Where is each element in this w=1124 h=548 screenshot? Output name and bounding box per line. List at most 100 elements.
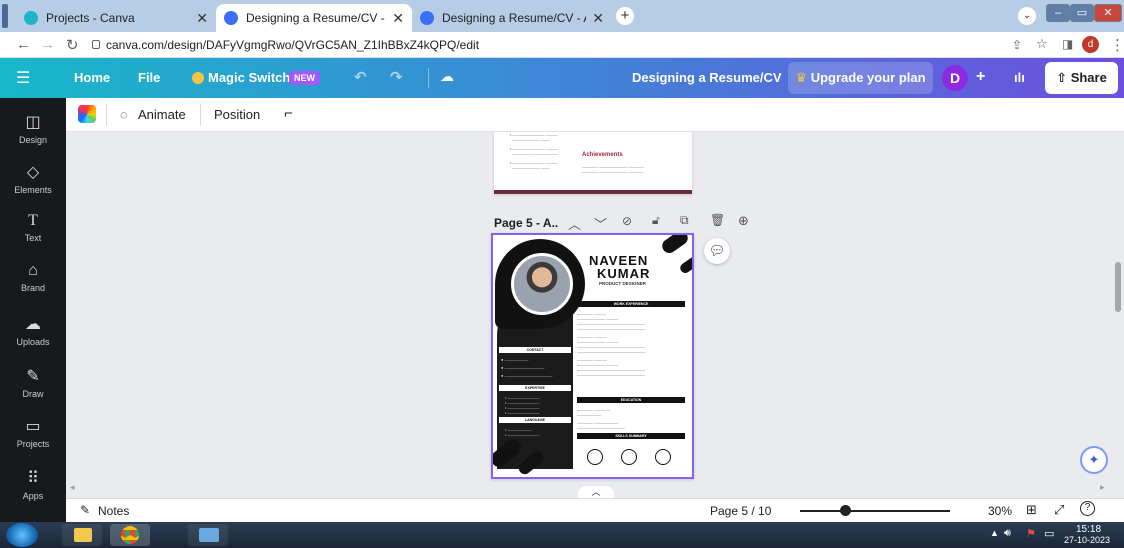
close-tab-icon[interactable]: ✕ bbox=[196, 10, 208, 27]
paint-roller-icon[interactable]: ⌐ bbox=[284, 105, 293, 122]
user-avatar[interactable]: D bbox=[942, 65, 968, 91]
close-window-button[interactable]: ✕ bbox=[1094, 4, 1122, 22]
home-button[interactable]: Home bbox=[74, 70, 110, 85]
browser-tab-projects[interactable]: Projects - Canva ✕ bbox=[16, 4, 216, 32]
windows-start-button[interactable] bbox=[6, 523, 38, 547]
cloud-save-icon[interactable]: ☁ bbox=[440, 68, 454, 85]
page-indicator[interactable]: Page 5 / 10 bbox=[710, 504, 771, 518]
clock-time[interactable]: 15:18 bbox=[1076, 524, 1101, 535]
notes-button[interactable]: Notes bbox=[98, 504, 129, 518]
language-list: • —————— • ———————— bbox=[505, 427, 540, 437]
animate-button[interactable]: Animate bbox=[138, 107, 186, 122]
minimize-button[interactable]: – bbox=[1046, 4, 1070, 22]
upgrade-label: Upgrade your plan bbox=[810, 70, 926, 85]
magic-assistant-button[interactable]: ✦ bbox=[1080, 446, 1108, 474]
collapse-pages-handle[interactable]: ︿ bbox=[578, 486, 614, 498]
brand-icon: ⌂ bbox=[28, 262, 38, 279]
help-icon[interactable]: ? bbox=[1080, 501, 1095, 516]
tab-search-button[interactable]: ⌄ bbox=[1018, 7, 1036, 25]
layout-icon: ◫ bbox=[25, 114, 41, 131]
add-comment-button[interactable]: 💬︎ bbox=[704, 238, 730, 264]
animate-icon: ◌ bbox=[120, 107, 128, 122]
sidebar-item-apps[interactable]: ⠿ Apps bbox=[0, 468, 66, 501]
share-button[interactable]: ⇧ Share bbox=[1045, 62, 1118, 94]
design-title[interactable]: Designing a Resume/CV bbox=[632, 70, 782, 85]
page-label[interactable]: Page 5 - A.. bbox=[494, 216, 558, 230]
browser-tab-resume[interactable]: Designing a Resume/CV - A4 ✕ bbox=[412, 4, 612, 32]
page-5-resume[interactable]: NAVEEN KUMAR PRODUCT DESIGNER WORK EXPER… bbox=[491, 233, 694, 479]
tray-arrow-icon[interactable]: ▲ bbox=[990, 528, 999, 538]
close-tab-icon[interactable]: ✕ bbox=[392, 10, 404, 27]
color-picker-swatch[interactable] bbox=[78, 105, 96, 123]
scroll-left-icon[interactable]: ◂ bbox=[70, 482, 75, 493]
zoom-slider-thumb[interactable] bbox=[840, 505, 851, 516]
forward-arrow-icon[interactable]: → bbox=[40, 36, 55, 53]
close-tab-icon[interactable]: ✕ bbox=[592, 10, 604, 27]
flag-icon[interactable]: ⚑ bbox=[1026, 527, 1036, 540]
hamburger-menu-icon[interactable]: ☰ bbox=[16, 68, 30, 88]
shapes-icon: ◇ bbox=[26, 164, 40, 181]
fullscreen-icon[interactable]: ⤢ bbox=[1054, 502, 1064, 518]
zoom-level[interactable]: 30% bbox=[988, 504, 1012, 518]
hide-page-icon[interactable]: ⊘ bbox=[622, 214, 632, 228]
add-page-icon[interactable]: ⊕ bbox=[738, 213, 749, 229]
chrome-menu-icon[interactable]: ⋮ bbox=[1110, 36, 1124, 54]
language-header: LANGUAGE bbox=[499, 417, 571, 423]
canva-favicon-icon bbox=[420, 11, 434, 25]
contact-header: CONTACT bbox=[499, 347, 571, 353]
sidebar-item-label: Uploads bbox=[16, 337, 50, 347]
magic-switch-button[interactable]: Magic Switch bbox=[208, 70, 290, 85]
browser-tab-resume-active[interactable]: Designing a Resume/CV - A4 ✕ bbox=[216, 4, 412, 32]
back-arrow-icon[interactable]: ← bbox=[16, 36, 31, 53]
redo-icon[interactable]: ↷ bbox=[390, 68, 403, 86]
side-panel-icon[interactable]: ◨ bbox=[1062, 37, 1073, 51]
volume-icon[interactable]: 🔊︎ bbox=[1004, 527, 1011, 540]
maximize-button[interactable]: ▭ bbox=[1070, 4, 1094, 22]
scroll-right-icon[interactable]: ▸ bbox=[1100, 482, 1105, 493]
scrollbar-thumb[interactable] bbox=[1115, 262, 1121, 312]
left-sidebar: ◫ Design ◇ Elements T Text ⌂ Brand ☁ Uploads … bbox=[0, 98, 66, 522]
sidebar-item-elements[interactable]: ◇ Elements bbox=[0, 162, 66, 195]
upgrade-plan-button[interactable]: ♛ Upgrade your plan bbox=[788, 62, 933, 94]
lock-page-icon[interactable]: 🔓︎ bbox=[652, 213, 660, 228]
sidebar-item-draw[interactable]: ✎ Draw bbox=[0, 366, 66, 399]
chevron-up-icon[interactable]: ︿ bbox=[568, 214, 581, 233]
undo-icon[interactable]: ↶ bbox=[354, 68, 367, 86]
zoom-slider-track[interactable] bbox=[800, 510, 950, 512]
chrome-logo-icon bbox=[121, 526, 139, 544]
vertical-scrollbar[interactable] bbox=[1112, 132, 1124, 498]
bookmark-star-icon[interactable]: ☆ bbox=[1036, 36, 1048, 52]
sidebar-item-design[interactable]: ◫ Design bbox=[0, 112, 66, 145]
browser-tab-strip: Projects - Canva ✕ Designing a Resume/CV… bbox=[0, 0, 1124, 32]
sidebar-item-projects[interactable]: ▭ Projects bbox=[0, 416, 66, 449]
grid-view-icon[interactable]: ⊞ bbox=[1026, 502, 1037, 518]
chrome-taskbar-icon[interactable] bbox=[110, 524, 150, 546]
new-tab-button[interactable]: + bbox=[616, 7, 634, 25]
sidebar-item-text[interactable]: T Text bbox=[0, 212, 66, 243]
chevron-down-icon[interactable]: ﹀ bbox=[594, 214, 607, 233]
insights-chart-icon[interactable]: ılı bbox=[1014, 70, 1025, 85]
delete-page-icon[interactable]: 🗑︎ bbox=[710, 213, 725, 227]
sidebar-item-brand[interactable]: ⌂ Brand bbox=[0, 262, 66, 293]
page-4-preview[interactable]: • ———————— ——— ——————— —— • ———————— ———… bbox=[494, 132, 692, 194]
add-collaborator-icon[interactable]: + bbox=[976, 68, 985, 86]
clock-date[interactable]: 27-10-2023 bbox=[1064, 535, 1110, 545]
sidebar-item-label: Text bbox=[24, 233, 42, 243]
design-canvas[interactable]: • ———————— ——— ——————— —— • ———————— ———… bbox=[66, 132, 1112, 498]
url-field[interactable]: canva.com/design/DAFyVgmgRwo/QVrGC5AN_Z1… bbox=[106, 38, 479, 52]
sparkle-icon: ✦ bbox=[1088, 452, 1100, 467]
app-taskbar-icon[interactable] bbox=[188, 524, 228, 546]
file-menu-button[interactable]: File bbox=[138, 70, 160, 85]
network-icon[interactable]: ▭ bbox=[1044, 527, 1054, 540]
file-explorer-taskbar-icon[interactable] bbox=[62, 524, 102, 546]
window-menu-icon[interactable] bbox=[2, 4, 8, 28]
profile-avatar[interactable]: d bbox=[1082, 36, 1099, 53]
position-button[interactable]: Position bbox=[214, 107, 260, 122]
reload-icon[interactable]: ↻ bbox=[66, 36, 79, 54]
sidebar-item-uploads[interactable]: ☁ Uploads bbox=[0, 314, 66, 347]
text-icon: T bbox=[28, 212, 38, 229]
apps-icon: ⠿ bbox=[27, 470, 39, 487]
new-badge: NEW bbox=[289, 71, 320, 85]
share-page-icon[interactable]: ⇪ bbox=[1012, 38, 1022, 52]
duplicate-page-icon[interactable]: ⧉ bbox=[680, 213, 689, 228]
